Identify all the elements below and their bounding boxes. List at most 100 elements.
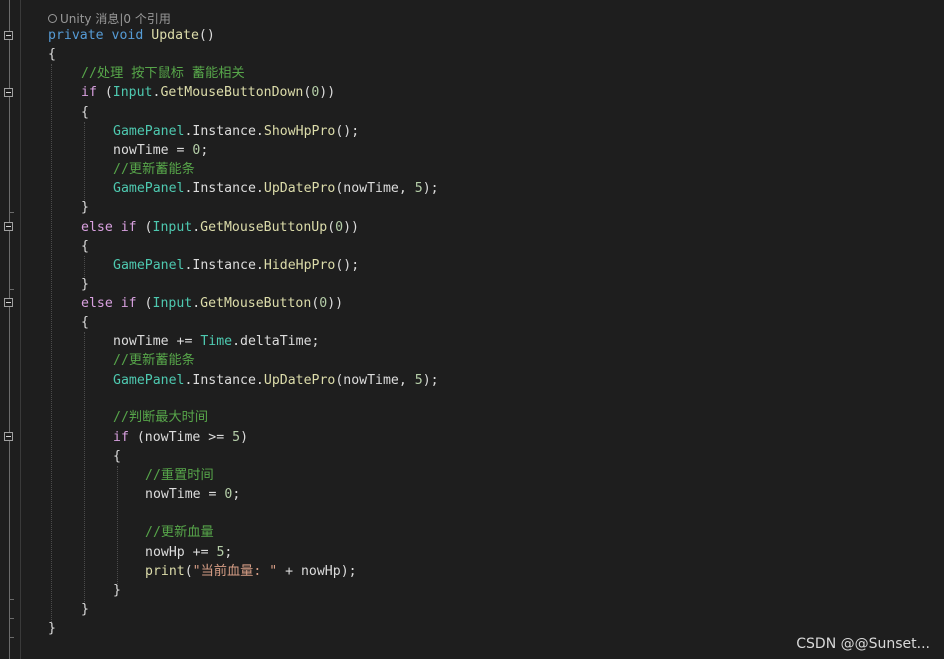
code-text: nowTime =: [113, 143, 193, 158]
keyword: if: [113, 430, 129, 445]
method-name: ShowHpPro: [263, 124, 336, 139]
code-text: (nowTime,: [335, 181, 415, 196]
collapse-elseif-icon[interactable]: [4, 222, 13, 231]
code-comment: //更新蓄能条: [113, 353, 195, 368]
method-name: HideHpPro: [263, 258, 336, 273]
member-access: .Instance.: [184, 124, 264, 139]
type-name: GamePanel: [113, 124, 185, 139]
code-comment: //更新血量: [145, 525, 214, 540]
punctuation: (): [198, 28, 215, 43]
punctuation: .: [192, 296, 201, 311]
punctuation: ;: [200, 143, 209, 158]
code-line-else-if: else if (Input.GetMouseButtonUp(0)): [81, 218, 359, 237]
punctuation: ): [240, 430, 249, 445]
punctuation: ();: [335, 124, 360, 139]
punctuation: );: [422, 373, 439, 388]
code-text: nowTime +=: [113, 334, 201, 349]
code-line-if: if (Input.GetMouseButtonDown(0)): [81, 83, 335, 102]
code-text: (nowTime >=: [128, 430, 233, 445]
punctuation: ;: [232, 487, 241, 502]
code-line: }: [48, 621, 56, 636]
punctuation: )): [343, 220, 359, 235]
number-literal: 0: [335, 220, 344, 235]
code-line: {: [81, 315, 89, 330]
method-name: Update: [151, 28, 199, 43]
collapse-if-icon[interactable]: [4, 88, 13, 97]
member-access: .Instance.: [184, 373, 264, 388]
punctuation: ;: [224, 545, 233, 560]
member-access: .Instance.: [184, 181, 264, 196]
method-name: UpDatePro: [263, 181, 336, 196]
punctuation: (: [184, 564, 193, 579]
code-line: {: [81, 105, 89, 120]
code-comment: //重置时间: [145, 468, 214, 483]
type-name: Input: [112, 85, 153, 100]
code-comment: //更新蓄能条: [113, 162, 195, 177]
outline-line: [9, 0, 10, 659]
type-name: GamePanel: [113, 181, 185, 196]
code-editor[interactable]: Unity 消息|0 个引用 private void Update() { /…: [0, 0, 944, 659]
code-line: GamePanel.Instance.UpDatePro(nowTime, 5)…: [113, 371, 439, 390]
code-line: {: [48, 47, 56, 62]
number-literal: 5: [414, 373, 423, 388]
code-line-if: if (nowTime >= 5): [113, 428, 248, 447]
fold-end-marker: [9, 637, 14, 638]
fold-end-marker: [9, 289, 14, 290]
punctuation: ();: [335, 258, 360, 273]
collapse-method-icon[interactable]: [4, 31, 13, 40]
code-text: nowHp +=: [145, 545, 217, 560]
code-line: nowTime = 0;: [145, 485, 240, 504]
keyword: private: [48, 28, 104, 43]
code-line-else-if: else if (Input.GetMouseButton(0)): [81, 294, 343, 313]
member-access: .Instance.: [184, 258, 264, 273]
collapse-if-icon[interactable]: [4, 432, 13, 441]
indent-guide: [84, 122, 85, 204]
code-comment: //判断最大时间: [113, 410, 209, 425]
keyword: void: [111, 28, 144, 43]
number-literal: 5: [232, 430, 241, 445]
number-literal: 5: [414, 181, 423, 196]
fold-end-marker: [9, 618, 14, 619]
type-name: Input: [152, 296, 193, 311]
method-name: GetMouseButton: [200, 296, 312, 311]
punctuation: (: [96, 85, 113, 100]
code-line: {: [113, 449, 121, 464]
type-name: Input: [152, 220, 193, 235]
code-line: GamePanel.Instance.ShowHpPro();: [113, 122, 359, 141]
method-name: print: [145, 564, 185, 579]
method-name: GetMouseButtonUp: [200, 220, 328, 235]
collapse-elseif-icon[interactable]: [4, 298, 13, 307]
keyword: if: [120, 296, 137, 311]
code-line: nowTime += Time.deltaTime;: [113, 332, 319, 351]
indent-guide: [51, 64, 52, 632]
punctuation: .: [192, 220, 201, 235]
code-line: GamePanel.Instance.UpDatePro(nowTime, 5)…: [113, 179, 439, 198]
codelens-text: Unity 消息|0 个引用: [60, 12, 171, 26]
member-access: .deltaTime;: [232, 334, 320, 349]
punctuation: )): [319, 85, 336, 100]
keyword: if: [81, 85, 97, 100]
code-line: }: [81, 200, 89, 215]
indent-guide: [84, 332, 85, 604]
indent-guide: [117, 466, 118, 586]
code-line: {: [81, 239, 89, 254]
margin-separator: [20, 0, 21, 659]
outlining-margin: [0, 0, 20, 659]
fold-end-marker: [9, 212, 14, 213]
string-literal: "当前血量: ": [192, 564, 278, 579]
unity-icon: [48, 14, 57, 23]
code-line: GamePanel.Instance.HideHpPro();: [113, 256, 359, 275]
code-line: }: [113, 583, 121, 598]
code-line: }: [81, 602, 89, 617]
code-comment: //处理 按下鼠标 蓄能相关: [81, 66, 245, 81]
keyword: else: [81, 220, 113, 235]
code-line: nowHp += 5;: [145, 543, 232, 562]
punctuation: );: [422, 181, 439, 196]
code-line: nowTime = 0;: [113, 141, 208, 160]
punctuation: (: [327, 220, 336, 235]
method-name: UpDatePro: [263, 373, 336, 388]
fold-end-marker: [9, 599, 14, 600]
code-text: (nowTime,: [335, 373, 415, 388]
punctuation: )): [327, 296, 344, 311]
method-name: GetMouseButtonDown: [160, 85, 304, 100]
